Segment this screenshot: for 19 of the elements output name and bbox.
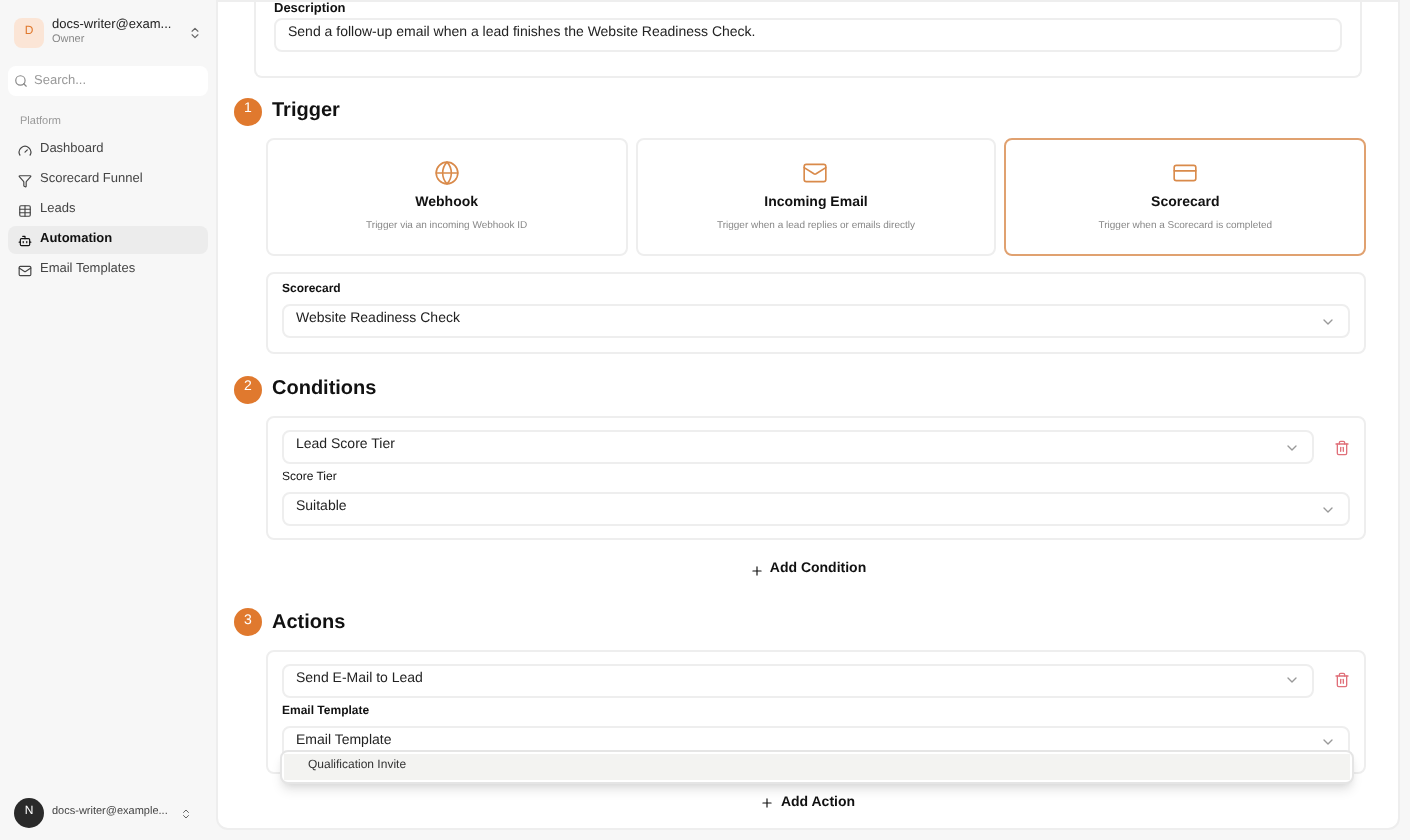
search-icon xyxy=(14,74,28,88)
globe-icon xyxy=(433,160,460,186)
chevron-down-icon xyxy=(1320,734,1336,750)
section-title: Trigger xyxy=(272,98,340,126)
section-title: Actions xyxy=(272,609,346,637)
section-title: Conditions xyxy=(272,376,377,404)
mail-icon xyxy=(18,263,32,278)
mail-icon xyxy=(802,160,829,186)
chevron-down-icon xyxy=(1284,672,1300,688)
chevrons-icon xyxy=(188,26,202,40)
plus-icon xyxy=(760,796,775,811)
delete-icon[interactable] xyxy=(1334,439,1350,455)
funnel-icon xyxy=(18,173,32,188)
robot-icon xyxy=(18,233,32,248)
table-icon xyxy=(18,203,32,218)
card-icon xyxy=(1172,160,1199,186)
delete-icon[interactable] xyxy=(1334,672,1350,688)
gauge-icon xyxy=(18,143,32,158)
plus-icon xyxy=(749,563,764,578)
